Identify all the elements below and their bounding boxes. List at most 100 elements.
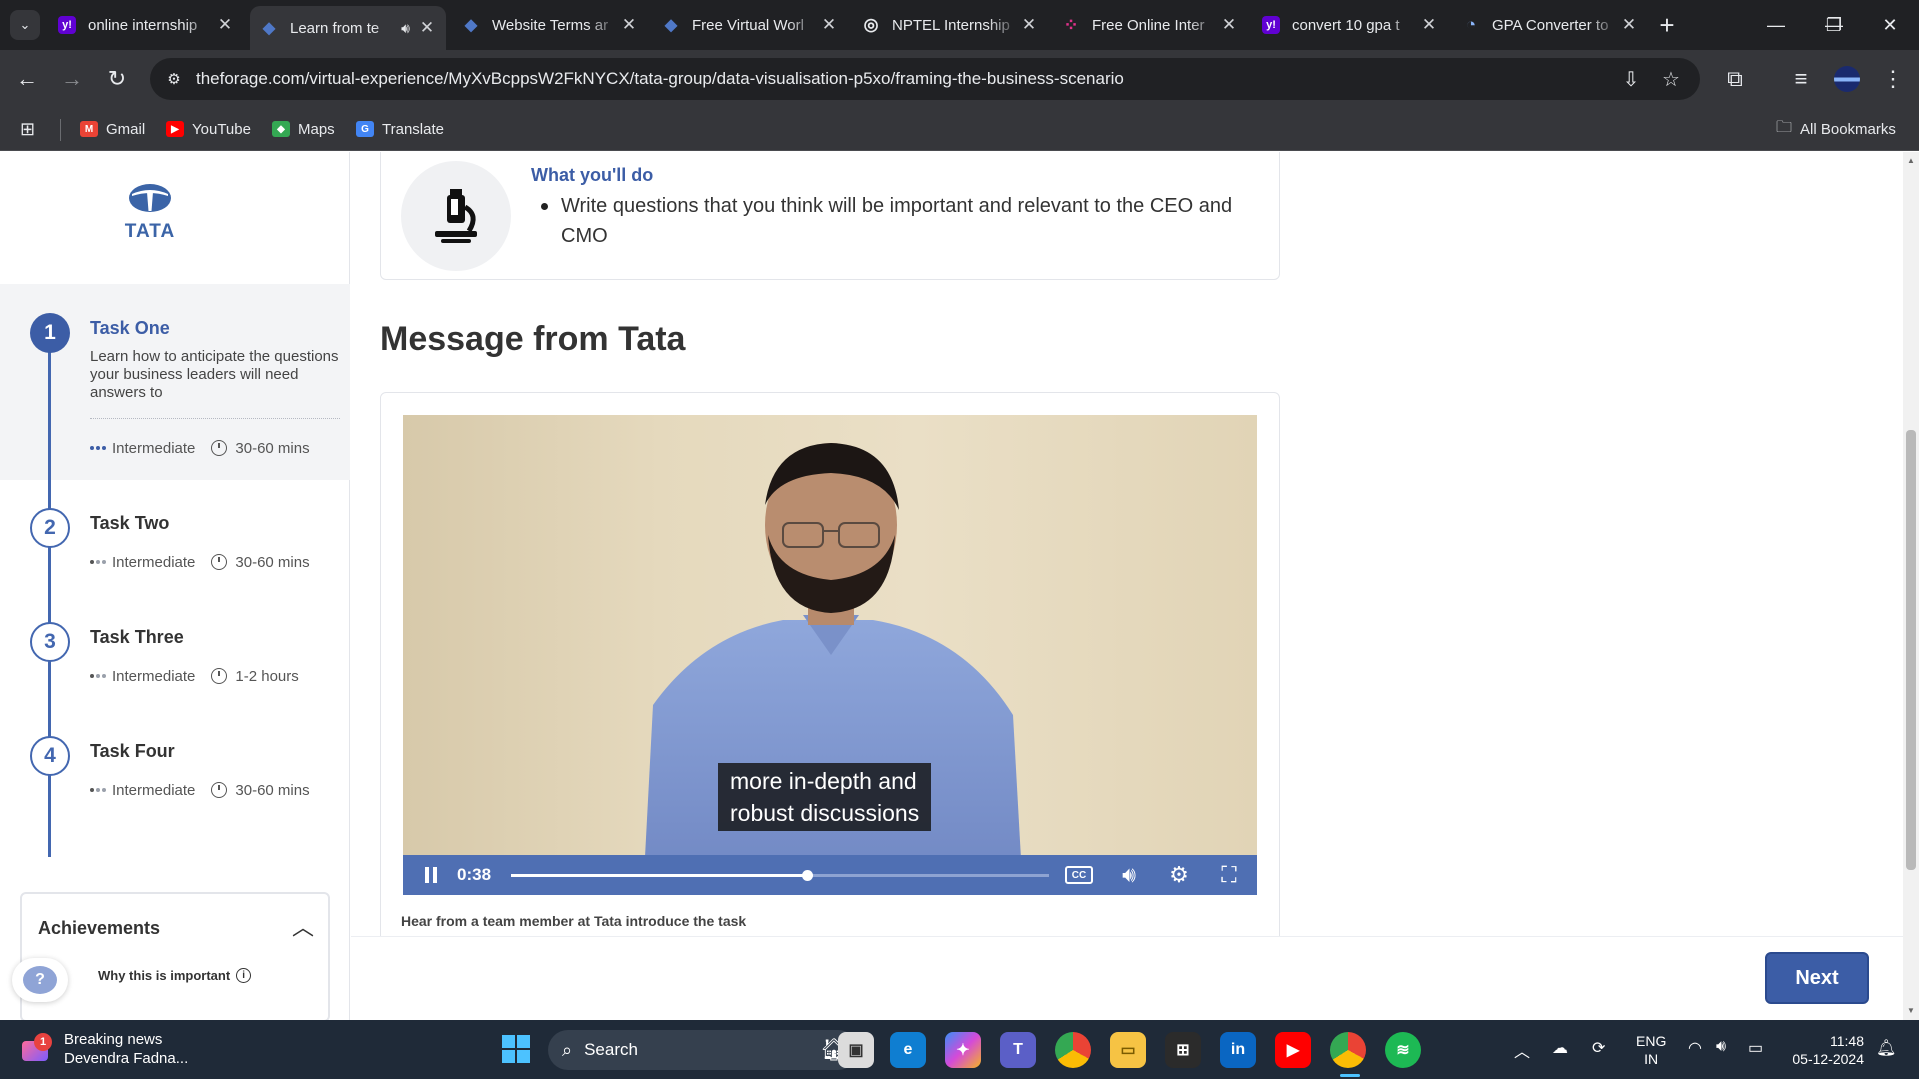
tab-convert-gpa[interactable]: y! convert 10 gpa t ✕ [1252, 8, 1448, 42]
pause-button[interactable] [413, 867, 449, 883]
divider [90, 418, 340, 419]
task-one-title[interactable]: Task One [90, 318, 170, 339]
close-icon[interactable]: ✕ [216, 15, 234, 35]
achievements-panel[interactable]: Achievements ︿ [20, 892, 330, 1020]
menu-icon[interactable]: ⋮ [1876, 62, 1910, 96]
video-progress [511, 873, 807, 877]
minimize-button[interactable]: — [1756, 8, 1796, 42]
reload-button[interactable]: ↻ [100, 62, 134, 96]
teams-icon[interactable]: T [1000, 1032, 1036, 1068]
task-four-meta: Intermediate 30-60 mins [90, 780, 310, 800]
tab-online-internship[interactable]: y! online internship ✕ [48, 8, 244, 42]
close-icon[interactable]: ✕ [418, 18, 436, 38]
notification-bell-icon[interactable]: 🔔︎ [1876, 1038, 1896, 1058]
tab-gpa-converter[interactable]: ◔ GPA Converter to ✕ [1452, 8, 1648, 42]
install-app-icon[interactable]: ⇩ [1614, 58, 1648, 100]
system-clock[interactable]: 11:48 05-12-2024 [1784, 1032, 1864, 1068]
forward-button[interactable]: → [55, 62, 89, 96]
difficulty-icon [90, 674, 106, 678]
back-button[interactable]: ← [10, 62, 44, 96]
close-window-button[interactable]: ✕ [1870, 8, 1910, 42]
bookmark-gmail[interactable]: M Gmail [80, 117, 145, 141]
volume-icon: 🔊︎ [1122, 862, 1136, 887]
volume-tray-icon[interactable]: 🔊︎ [1716, 1038, 1726, 1056]
store-icon[interactable]: ⊞ [1165, 1032, 1201, 1068]
news-widget[interactable]: 1 Breaking news Devendra Fadna... [22, 1030, 188, 1068]
tab-title: Website Terms ar [492, 16, 609, 34]
start-button[interactable] [502, 1035, 530, 1063]
step-3-badge[interactable]: 3 [30, 622, 70, 662]
battery-icon[interactable]: ▭ [1748, 1038, 1763, 1058]
tab-website-terms[interactable]: ◆ Website Terms ar ✕ [452, 8, 648, 42]
scroll-up-icon[interactable]: ▲ [1907, 156, 1915, 165]
apps-grid-icon[interactable]: ⊞ [20, 117, 35, 141]
task-view-icon[interactable]: ▣ [838, 1032, 874, 1068]
tab-free-online-inter[interactable]: ⁘ Free Online Inter ✕ [1052, 8, 1248, 42]
next-button[interactable]: Next [1765, 952, 1869, 1004]
youtube-app-icon[interactable]: ▶ [1275, 1032, 1311, 1068]
taskbar-search[interactable]: ⌕ Search 🏠︎ [548, 1030, 858, 1070]
tab-search-button[interactable]: ⌄ [10, 10, 40, 40]
volume-button[interactable]: 🔊︎ [1109, 855, 1149, 895]
close-icon[interactable]: ✕ [1220, 15, 1238, 35]
fullscreen-button[interactable]: ⛶ [1209, 855, 1249, 895]
step-4-badge[interactable]: 4 [30, 736, 70, 776]
scrollbar[interactable]: ▲ ▼ [1903, 152, 1919, 1020]
tab-nptel-internship[interactable]: ◎ NPTEL Internship ✕ [852, 8, 1048, 42]
tab-title: Free Virtual Worl [692, 16, 804, 34]
restore-button[interactable]: ❐ [1814, 8, 1854, 42]
scroll-thumb[interactable] [1906, 430, 1916, 870]
seek-handle[interactable] [801, 869, 813, 881]
show-hidden-icons[interactable]: ︿ [1514, 1038, 1530, 1062]
forage-icon: ◆ [664, 17, 678, 34]
file-explorer-icon[interactable]: ▭ [1110, 1032, 1146, 1068]
onedrive-icon[interactable]: ☁ [1552, 1038, 1568, 1058]
tab-title: online internship [88, 16, 198, 34]
speaker-icon[interactable]: 🔊︎ [401, 20, 410, 37]
all-bookmarks[interactable]: 🗀 All Bookmarks [1776, 117, 1896, 141]
copilot-icon[interactable]: ✦ [945, 1032, 981, 1068]
task-three-title[interactable]: Task Three [90, 627, 184, 648]
chevron-up-icon[interactable]: ︿ [292, 910, 314, 942]
new-tab-button[interactable]: + [1652, 10, 1682, 40]
media-control-icon[interactable]: ≡ [1784, 62, 1818, 96]
linkedin-icon[interactable]: in [1220, 1032, 1256, 1068]
address-bar[interactable]: ⚙ theforage.com/virtual-experience/MyXvB… [150, 58, 1700, 100]
video-player[interactable]: more in-depth and robust discussions 0:3… [403, 415, 1257, 895]
why-important-link[interactable]: Why this is important i [98, 968, 252, 983]
task-four-title[interactable]: Task Four [90, 741, 175, 762]
captions-button[interactable]: CC [1059, 855, 1099, 895]
bookmark-star-icon[interactable]: ☆ [1654, 58, 1688, 100]
language-indicator[interactable]: ENG IN [1636, 1032, 1666, 1068]
settings-button[interactable]: ⚙ [1159, 855, 1199, 895]
site-info-icon[interactable]: ⚙ [164, 70, 184, 88]
help-button[interactable]: ? [12, 958, 68, 1002]
tab-free-virtual-work[interactable]: ◆ Free Virtual Worl ✕ [652, 8, 848, 42]
bookmark-youtube[interactable]: ▶ YouTube [166, 117, 251, 141]
sync-icon[interactable]: ⟳ [1592, 1038, 1605, 1058]
close-icon[interactable]: ✕ [1420, 15, 1438, 35]
wifi-icon[interactable]: ◠ [1688, 1038, 1702, 1058]
task-two-title[interactable]: Task Two [90, 513, 169, 534]
chrome-icon[interactable] [1055, 1032, 1091, 1068]
achievements-title: Achievements [38, 918, 161, 938]
video-seek-bar[interactable] [511, 869, 1049, 881]
bookmark-maps[interactable]: ◆ Maps [272, 117, 335, 141]
bookmark-translate[interactable]: G Translate [356, 117, 444, 141]
difficulty-icon [90, 446, 106, 450]
chrome-profile-icon[interactable] [1330, 1032, 1366, 1068]
extensions-icon[interactable]: ⧉ [1718, 62, 1752, 96]
step-1-badge[interactable]: 1 [30, 313, 70, 353]
close-icon[interactable]: ✕ [1020, 15, 1038, 35]
scroll-down-icon[interactable]: ▼ [1907, 1006, 1915, 1015]
tab-learn-from-tata[interactable]: ◆ Learn from te 🔊︎ ✕ [250, 6, 446, 50]
close-icon[interactable]: ✕ [620, 15, 638, 35]
close-icon[interactable]: ✕ [820, 15, 838, 35]
close-icon[interactable]: ✕ [1620, 15, 1638, 35]
video-time: 0:38 [457, 865, 492, 884]
spotify-icon[interactable]: ≋ [1385, 1032, 1421, 1068]
profile-avatar[interactable] [1830, 62, 1864, 96]
edge-icon[interactable]: e [890, 1032, 926, 1068]
step-2-badge[interactable]: 2 [30, 508, 70, 548]
forage-icon: ◆ [262, 20, 276, 37]
